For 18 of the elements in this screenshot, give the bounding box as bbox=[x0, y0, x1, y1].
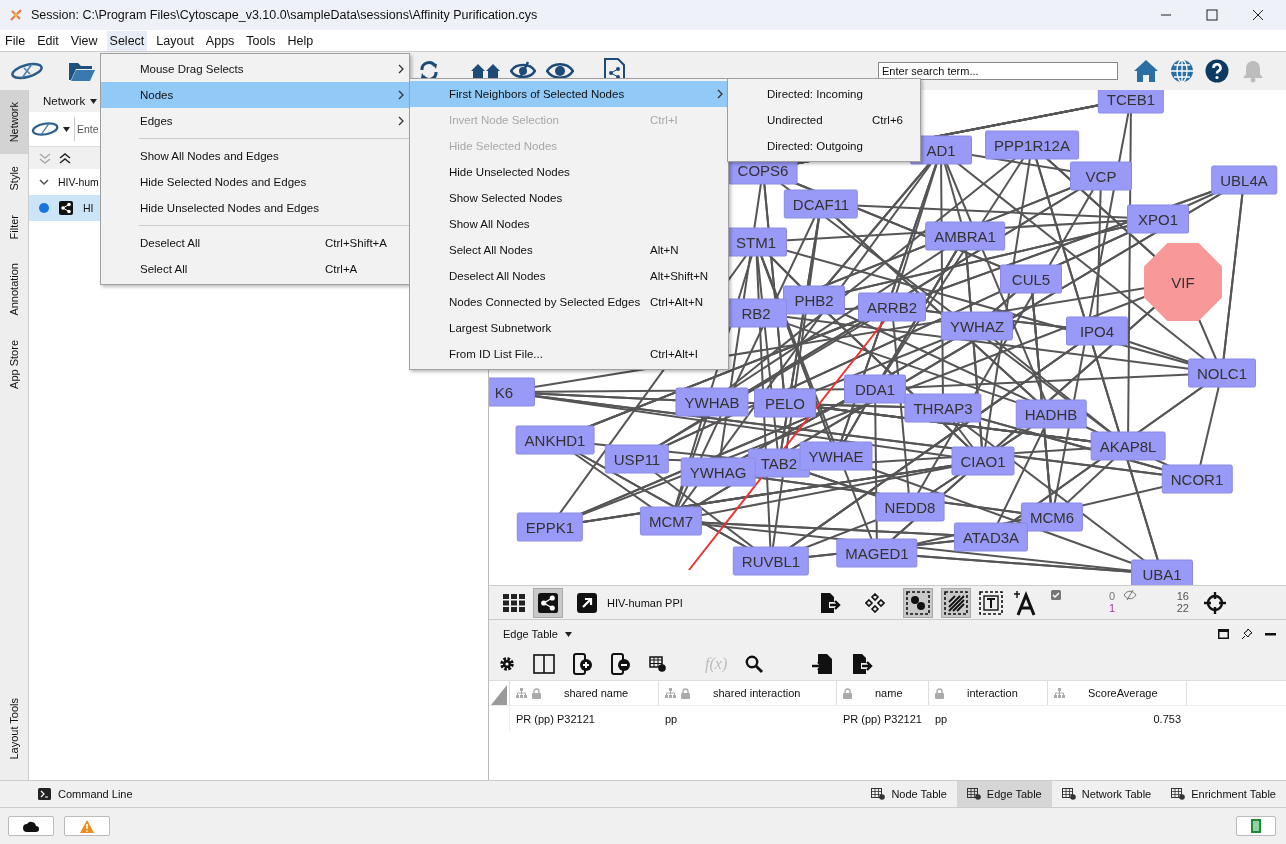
network-collection-label: HIV-hum bbox=[58, 176, 99, 188]
table-cell-text: PR (pp) P32121 bbox=[515, 713, 596, 725]
network-label: HI bbox=[83, 202, 94, 214]
table-cell-text: PR (pp) P32121 bbox=[842, 713, 923, 725]
table-cell-text: pp bbox=[934, 713, 949, 725]
column-label: interaction bbox=[967, 687, 1018, 699]
hidden-edge-count: 22 bbox=[1176, 601, 1189, 614]
selected-node-count: 0 bbox=[1108, 589, 1115, 602]
column-label: shared interaction bbox=[713, 687, 801, 699]
selected-edge-count: 1 bbox=[1108, 601, 1115, 614]
column-label: name bbox=[875, 687, 903, 699]
network-name: HIV-human PPI bbox=[607, 596, 684, 609]
window-title: Session: C:\Program Files\Cytoscape_v3.10.0\sampleData\sessions\Affinity Purification.cys bbox=[31, 8, 538, 22]
column-label: shared name bbox=[564, 687, 629, 699]
table-cell-text: pp bbox=[664, 713, 679, 725]
column-label: ScoreAverage bbox=[1088, 687, 1158, 699]
table-cell-text: 0.753 bbox=[1152, 713, 1182, 725]
hidden-node-count: 16 bbox=[1176, 589, 1189, 602]
